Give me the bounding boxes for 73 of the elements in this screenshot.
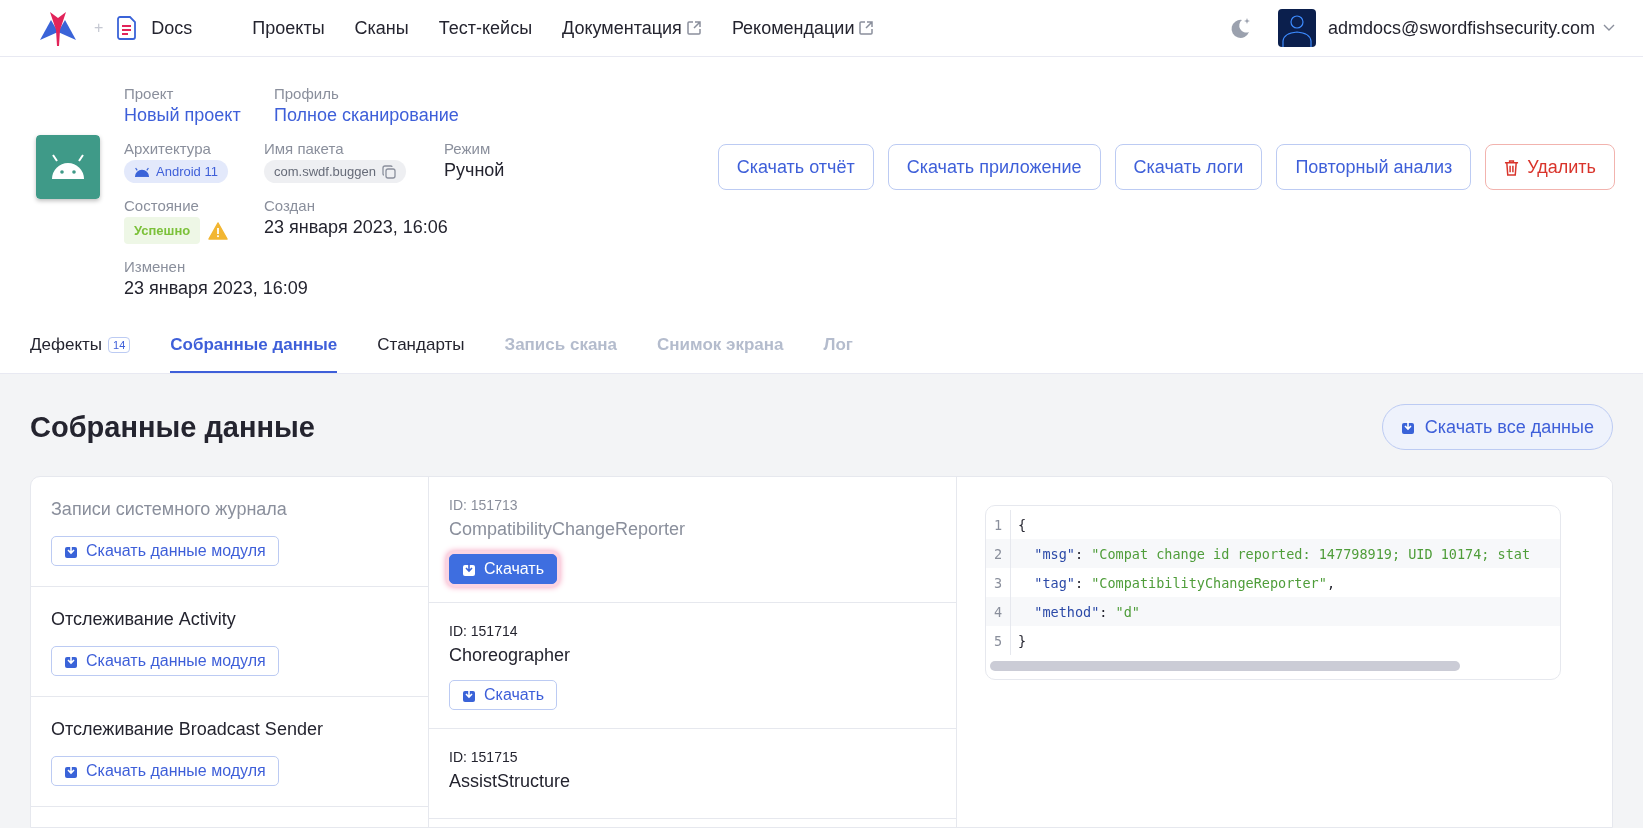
download-icon [462,562,476,576]
field-label: Имя пакета [264,140,345,157]
record-name[interactable]: AssistStructure [449,771,936,792]
module-title[interactable]: Записи системного журнала [51,499,408,520]
code-line: } [1017,632,1027,649]
nav-link[interactable]: Документация [562,17,702,39]
profile-link[interactable]: Полное сканирование [274,105,459,126]
download-icon [64,654,78,668]
nav-link[interactable]: Тест-кейсы [438,17,533,39]
action-button[interactable]: Удалить [1485,144,1615,190]
android-icon [134,166,150,177]
record-id: ID: 151713 [449,497,519,513]
download-all-button[interactable]: Скачать все данные [1381,404,1613,450]
code-line: "msg": "Compat change id reported: 147798919; UID 10174; stat [1033,545,1531,562]
record-name[interactable]: CompatibilityChangeReporter [449,519,936,540]
product-name[interactable]: Docs [151,17,193,39]
status-badge: Успешно [124,217,201,244]
field-value: Ручной [444,160,505,181]
action-button[interactable]: Повторный анализ [1276,144,1472,190]
download-icon [462,688,476,702]
download-button[interactable]: Скачать [449,680,557,710]
package-tag: com.swdf.buggen [264,160,406,183]
field-label: Режим [444,140,492,157]
field-label: Создан [264,197,316,214]
download-module-button[interactable]: Скачать данные модуля [51,756,279,786]
document-icon [117,16,138,40]
external-link-icon [858,20,875,36]
field-value: 23 января 2023, 16:06 [264,217,448,238]
field-label: Профиль [274,85,340,102]
download-button[interactable]: Скачать [449,554,557,584]
architecture-tag: Android 11 [124,160,228,183]
action-button[interactable]: Скачать приложение [887,144,1101,190]
copy-icon[interactable] [381,164,396,179]
record-id: ID: 151714 [449,623,519,639]
line-number: 4 [986,597,1011,626]
field-label: Состояние [124,197,200,214]
module-title[interactable]: Отслеживание Activity [51,609,408,630]
nav-link[interactable]: Проекты [252,17,325,39]
scrollbar-thumb[interactable] [990,661,1460,671]
nav-link[interactable]: Сканы [354,17,409,39]
action-button[interactable]: Скачать отчёт [717,144,874,190]
field-label: Проект [124,85,175,102]
code-line: { [1017,516,1027,533]
warning-icon[interactable] [208,221,229,240]
action-button[interactable]: Скачать логи [1114,144,1263,190]
field-label: Архитектура [124,140,212,157]
code-line: "tag": "CompatibilityChangeReporter", [1033,574,1335,591]
field-label: Изменен [124,258,187,275]
line-number: 5 [986,626,1011,655]
android-app-icon [36,135,100,199]
section-title: Собранные данные [30,410,315,444]
count-badge: 14 [108,337,131,353]
download-icon [64,544,78,558]
record-id: ID: 151715 [449,749,519,765]
download-icon [64,764,78,778]
nav-link[interactable]: Рекомендации [731,17,875,39]
plus-sign: + [94,19,104,37]
code-line: "method": "d" [1033,603,1140,620]
external-link-icon [685,20,702,36]
trash-icon [1504,158,1520,176]
download-module-button[interactable]: Скачать данные модуля [51,536,279,566]
download-icon [1400,420,1415,434]
module-title[interactable]: Отслеживание Broadcast Sender [51,719,408,740]
line-number: 2 [986,539,1011,568]
chevron-down-icon[interactable] [1603,24,1615,32]
tab[interactable]: Стандарты [377,321,465,373]
user-email[interactable]: admdocs@swordfishsecurity.com [1327,17,1595,39]
tab[interactable]: Дефекты 14 [30,321,131,373]
record-name[interactable]: Choreographer [449,645,936,666]
field-value: 23 января 2023, 16:09 [124,278,308,299]
download-module-button[interactable]: Скачать данные модуля [51,646,279,676]
avatar-icon[interactable] [1277,9,1316,47]
project-link[interactable]: Новый проект [124,105,274,126]
